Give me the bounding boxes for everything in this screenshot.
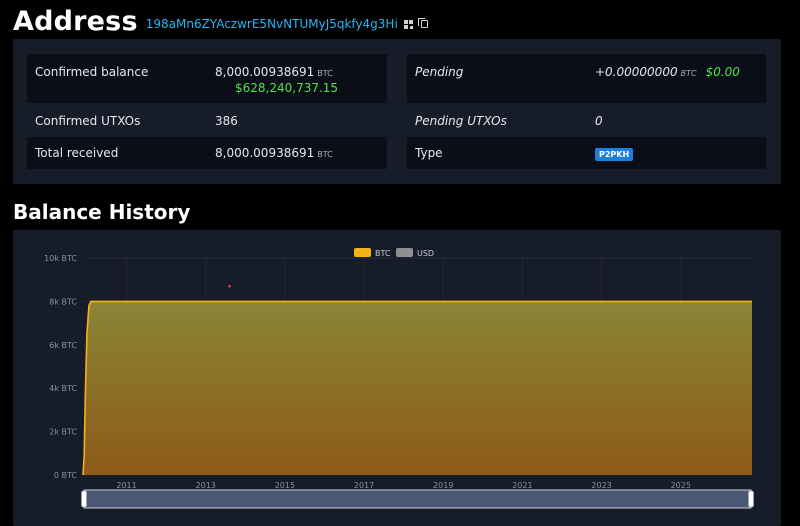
x-tick-label: 2023 [591, 481, 611, 490]
total-received-value: 8,000.00938691 BTC [215, 146, 333, 160]
x-tick-label: 2021 [512, 481, 532, 490]
legend-label: USD [417, 249, 434, 258]
x-tick-label: 2025 [671, 481, 691, 490]
confirmed-utxos-label: Confirmed UTXOs [35, 113, 141, 128]
legend-swatch [396, 248, 413, 257]
x-tick-label: 2017 [354, 481, 374, 490]
balance-history-chart: 0 BTC 2k BTC 4k BTC 6k BTC 8k BTC 10k BTC 2011… [44, 248, 754, 509]
annotation-marker [228, 284, 231, 288]
pending-utxos-label: Pending UTXOs [415, 113, 507, 128]
total-received-row: Total received 8,000.00938691 BTC [27, 137, 387, 169]
confirmed-balance-value: 8,000.00938691 BTC [215, 65, 333, 79]
balance-history-title: Balance History [13, 200, 191, 224]
confirmed-utxos-row: Confirmed UTXOs 386 [27, 104, 387, 137]
total-received-label: Total received [35, 146, 119, 160]
type-badge: P2PKH [595, 147, 634, 161]
y-tick-label: 4k BTC [49, 384, 77, 393]
y-tick-label: 2k BTC [49, 428, 77, 437]
x-tick-label: 2019 [433, 481, 453, 490]
type-value: P2PKH [595, 146, 634, 161]
legend-item-usd[interactable]: USD [396, 248, 434, 258]
address-hash-link[interactable]: 198aMn6ZYAczwrE5NvNTUMyJ5qkfy4g3Hi [146, 17, 398, 31]
y-tick-label: 10k BTC [44, 254, 77, 263]
page-header: Address 198aMn6ZYAczwrE5NvNTUMyJ5qkfy4g3… [13, 4, 428, 38]
x-tick-label: 2013 [196, 481, 216, 490]
summary-panel: Confirmed balance 8,000.00938691 BTC $628… [13, 39, 781, 184]
confirmed-utxos-value: 386 [215, 113, 238, 128]
zoom-range-slider[interactable] [83, 489, 752, 509]
zoom-handle-left[interactable] [81, 490, 87, 508]
legend-item-btc[interactable]: BTC [354, 248, 391, 258]
x-tick-label: 2011 [116, 481, 136, 490]
legend-swatch [354, 248, 371, 257]
y-tick-label: 0 BTC [54, 471, 78, 480]
type-label: Type [415, 146, 443, 160]
qr-code-icon[interactable] [403, 19, 413, 29]
y-tick-label: 8k BTC [49, 297, 77, 306]
pending-utxos-value: 0 [595, 113, 603, 128]
pending-row: Pending +0.00000000 BTC $0.00 [407, 54, 766, 103]
y-tick-label: 6k BTC [49, 341, 77, 350]
confirmed-balance-usd: $628,240,737.15 [235, 81, 339, 95]
confirmed-balance-row: Confirmed balance 8,000.00938691 BTC $628… [27, 54, 387, 103]
btc-area-fill [83, 301, 752, 475]
pending-value: +0.00000000 BTC $0.00 [595, 65, 740, 79]
pending-label: Pending [415, 65, 464, 79]
legend-label: BTC [375, 249, 391, 258]
copy-icon[interactable] [417, 18, 428, 28]
x-tick-label: 2015 [275, 481, 295, 490]
pending-utxos-row: Pending UTXOs 0 [407, 104, 766, 137]
balance-history-chart-panel: 0 BTC 2k BTC 4k BTC 6k BTC 8k BTC 10k BTC 2011… [13, 230, 781, 526]
zoom-handle-right[interactable] [748, 490, 754, 508]
page-title: Address [13, 5, 138, 37]
confirmed-balance-label: Confirmed balance [35, 65, 149, 79]
type-row: Type P2PKH [407, 137, 766, 169]
